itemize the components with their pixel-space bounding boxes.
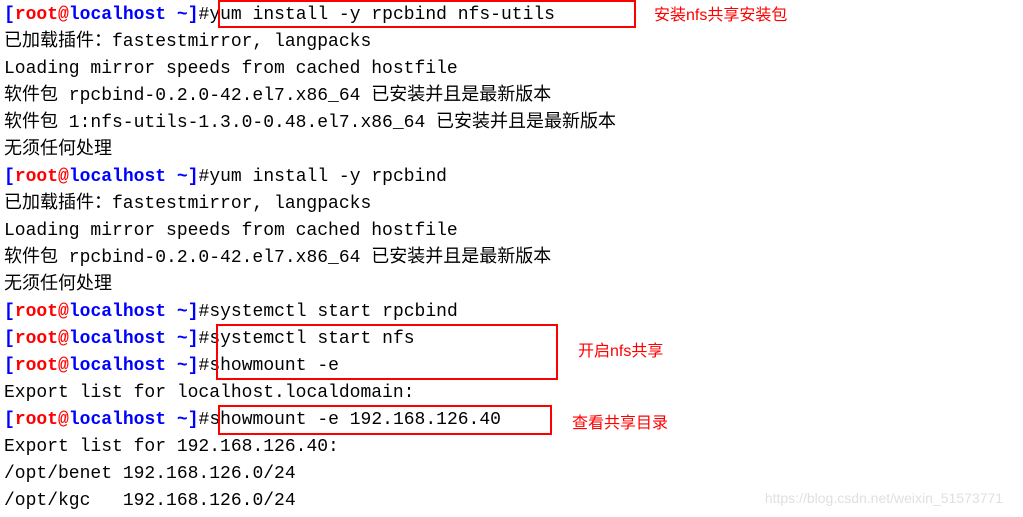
- prompt-open: [: [4, 329, 15, 349]
- prompt-hash: #: [199, 167, 210, 187]
- output-line: /opt/benet 192.168.126.0/24: [4, 461, 1019, 488]
- prompt-space: [166, 329, 177, 349]
- prompt-at: @: [58, 302, 69, 322]
- output-line: 已加载插件：fastestmirror, langpacks: [4, 191, 1019, 218]
- prompt-user: root: [15, 329, 58, 349]
- prompt-close: ]: [188, 410, 199, 430]
- annotation-text: 开启nfs共享: [578, 340, 663, 364]
- terminal-line: [root@localhost ~]#showmount -e 192.168.…: [4, 407, 1019, 434]
- command-text[interactable]: systemctl start nfs: [209, 329, 414, 349]
- prompt-at: @: [58, 356, 69, 376]
- command-text[interactable]: showmount -e 192.168.126.40: [209, 410, 501, 430]
- prompt-host: localhost: [69, 302, 166, 322]
- prompt-host: localhost: [69, 329, 166, 349]
- command-text[interactable]: systemctl start rpcbind: [209, 302, 457, 322]
- annotation-text: 安装nfs共享安装包: [654, 4, 787, 28]
- prompt-hash: #: [199, 302, 210, 322]
- prompt-host: localhost: [69, 167, 166, 187]
- prompt-hash: #: [199, 410, 210, 430]
- prompt-close: ]: [188, 167, 199, 187]
- prompt-user: root: [15, 356, 58, 376]
- prompt-open: [: [4, 5, 15, 25]
- prompt-path: ~: [177, 167, 188, 187]
- prompt-user: root: [15, 410, 58, 430]
- prompt-hash: #: [199, 356, 210, 376]
- output-line: 无须任何处理: [4, 272, 1019, 299]
- prompt-open: [: [4, 356, 15, 376]
- prompt-user: root: [15, 302, 58, 322]
- prompt-open: [: [4, 167, 15, 187]
- output-line: Export list for 192.168.126.40:: [4, 434, 1019, 461]
- output-line: Loading mirror speeds from cached hostfi…: [4, 56, 1019, 83]
- output-line: 无须任何处理: [4, 137, 1019, 164]
- annotation-text: 查看共享目录: [572, 412, 668, 436]
- prompt-open: [: [4, 410, 15, 430]
- prompt-path: ~: [177, 5, 188, 25]
- prompt-host: localhost: [69, 410, 166, 430]
- prompt-at: @: [58, 5, 69, 25]
- output-line: 软件包 rpcbind-0.2.0-42.el7.x86_64 已安装并且是最新…: [4, 83, 1019, 110]
- output-line: 软件包 1:nfs-utils-1.3.0-0.48.el7.x86_64 已安…: [4, 110, 1019, 137]
- prompt-at: @: [58, 410, 69, 430]
- terminal-line: [root@localhost ~]#systemctl start nfs: [4, 326, 1019, 353]
- command-text[interactable]: showmount -e: [209, 356, 339, 376]
- prompt-path: ~: [177, 329, 188, 349]
- prompt-user: root: [15, 167, 58, 187]
- prompt-hash: #: [199, 5, 210, 25]
- terminal-line: [root@localhost ~]#systemctl start rpcbi…: [4, 299, 1019, 326]
- prompt-space: [166, 410, 177, 430]
- prompt-open: [: [4, 302, 15, 322]
- terminal-line: [root@localhost ~]#yum install -y rpcbin…: [4, 2, 1019, 29]
- prompt-at: @: [58, 167, 69, 187]
- prompt-space: [166, 302, 177, 322]
- prompt-host: localhost: [69, 356, 166, 376]
- prompt-path: ~: [177, 356, 188, 376]
- prompt-user: root: [15, 5, 58, 25]
- command-text[interactable]: yum install -y rpcbind nfs-utils: [209, 5, 555, 25]
- prompt-space: [166, 5, 177, 25]
- output-line: 已加载插件：fastestmirror, langpacks: [4, 29, 1019, 56]
- prompt-host: localhost: [69, 5, 166, 25]
- prompt-space: [166, 356, 177, 376]
- output-line: Export list for localhost.localdomain:: [4, 380, 1019, 407]
- watermark-text: https://blog.csdn.net/weixin_51573771: [765, 488, 1003, 509]
- terminal-line: [root@localhost ~]#yum install -y rpcbin…: [4, 164, 1019, 191]
- prompt-path: ~: [177, 302, 188, 322]
- terminal-line: [root@localhost ~]#showmount -e: [4, 353, 1019, 380]
- output-line: 软件包 rpcbind-0.2.0-42.el7.x86_64 已安装并且是最新…: [4, 245, 1019, 272]
- prompt-close: ]: [188, 5, 199, 25]
- prompt-hash: #: [199, 329, 210, 349]
- prompt-close: ]: [188, 356, 199, 376]
- prompt-path: ~: [177, 410, 188, 430]
- output-line: Loading mirror speeds from cached hostfi…: [4, 218, 1019, 245]
- command-text[interactable]: yum install -y rpcbind: [209, 167, 447, 187]
- prompt-space: [166, 167, 177, 187]
- prompt-close: ]: [188, 302, 199, 322]
- prompt-at: @: [58, 329, 69, 349]
- prompt-close: ]: [188, 329, 199, 349]
